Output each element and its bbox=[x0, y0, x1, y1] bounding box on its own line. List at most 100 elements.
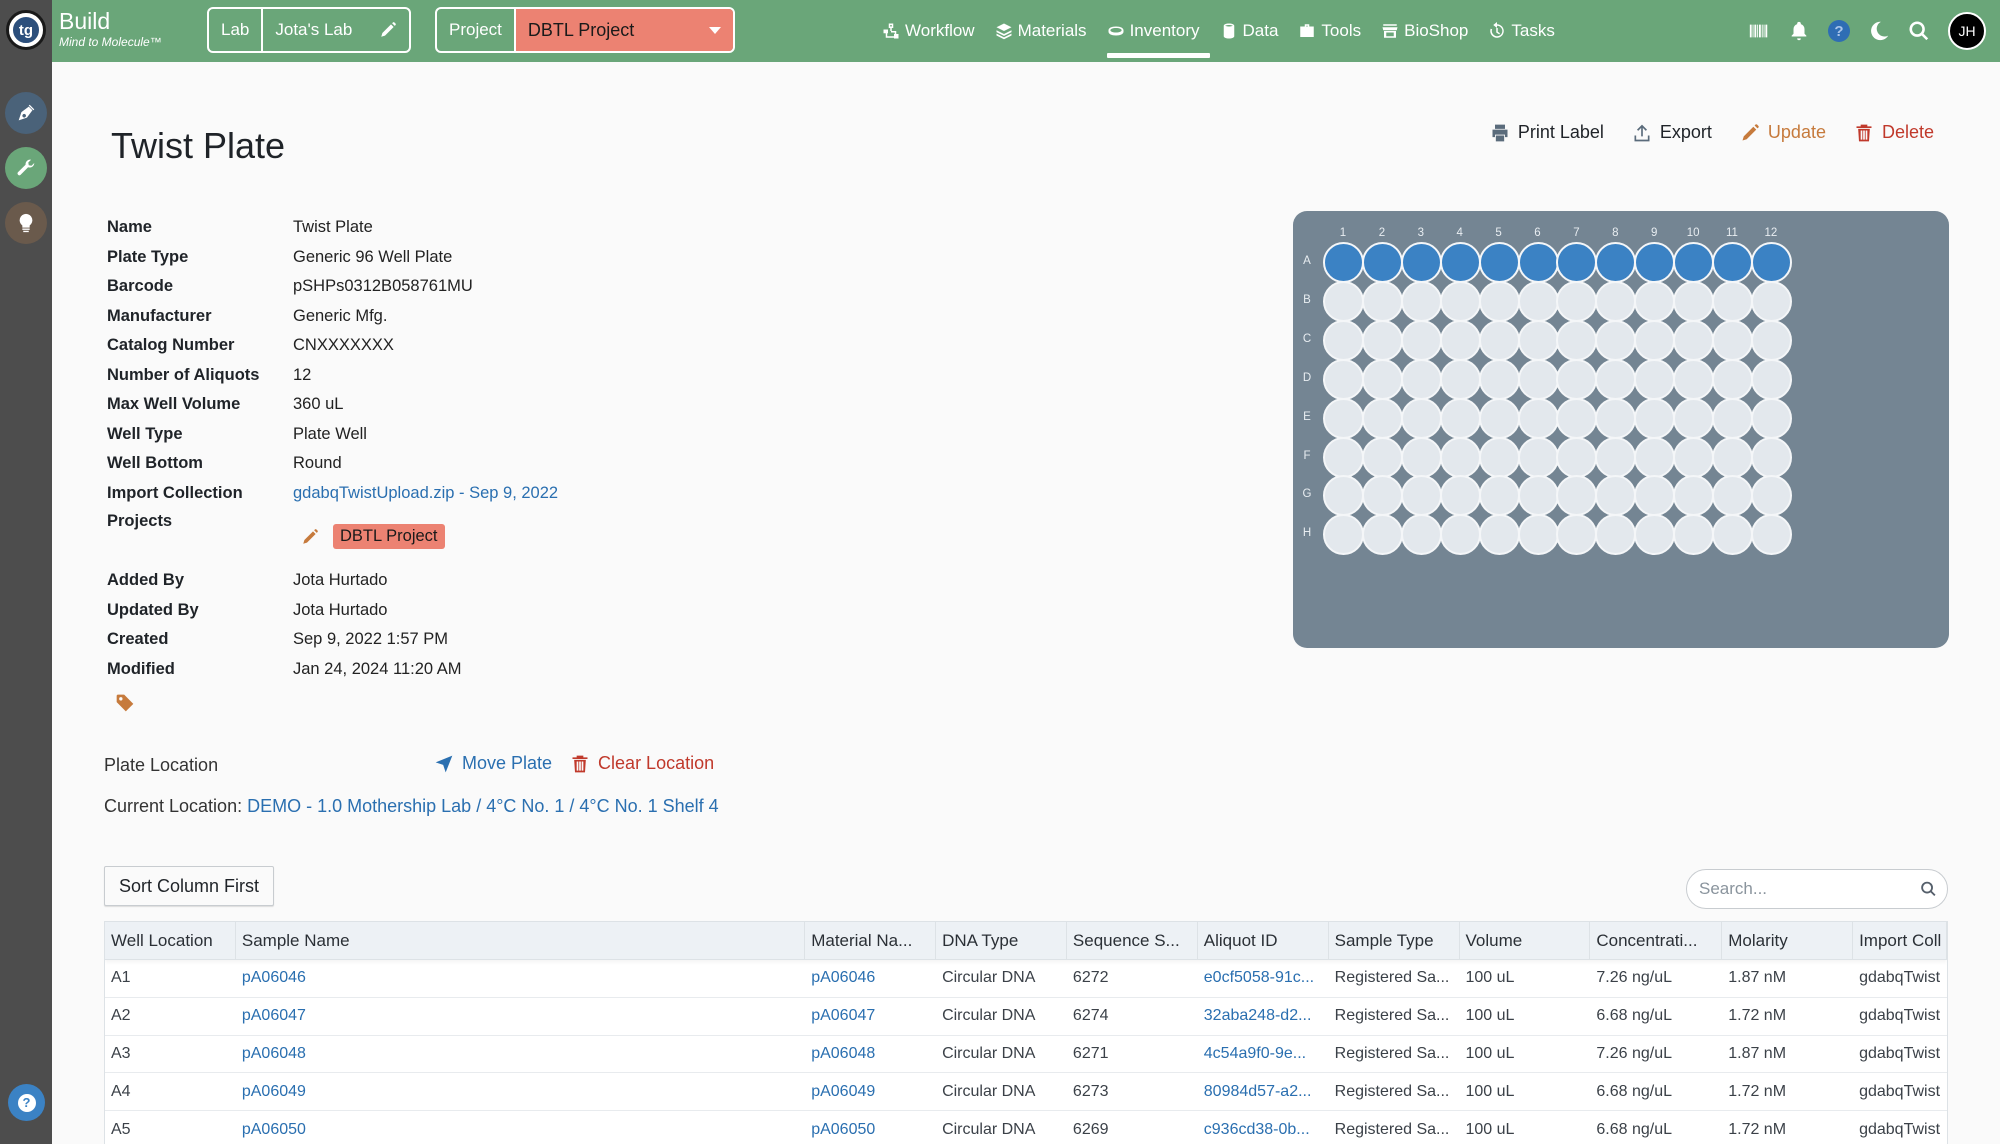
column-header-well-location[interactable]: Well Location bbox=[105, 922, 236, 959]
design-button[interactable] bbox=[5, 92, 47, 134]
barcode-button[interactable] bbox=[1748, 20, 1770, 42]
sort-column-first-button[interactable]: Sort Column First bbox=[104, 866, 274, 906]
cell-sample-name[interactable]: pA06047 bbox=[236, 998, 805, 1035]
table-row[interactable]: A3 pA06048 pA06048 Circular DNA 6271 4c54a9f0… bbox=[105, 1036, 1947, 1074]
well-H4[interactable] bbox=[1439, 514, 1481, 556]
move-plate-button[interactable]: Move Plate bbox=[434, 753, 552, 774]
well-B5[interactable] bbox=[1478, 280, 1520, 322]
cell-sample-name[interactable]: pA06050 bbox=[236, 1111, 805, 1144]
well-B1[interactable] bbox=[1323, 280, 1364, 322]
well-H12[interactable] bbox=[1750, 514, 1792, 556]
nav-workflow[interactable]: Workflow bbox=[872, 0, 985, 62]
table-row[interactable]: A4 pA06049 pA06049 Circular DNA 6273 80984d57… bbox=[105, 1073, 1947, 1112]
well-D8[interactable] bbox=[1595, 358, 1637, 400]
well-D3[interactable] bbox=[1400, 358, 1442, 400]
well-C5[interactable] bbox=[1478, 319, 1520, 361]
well-H10[interactable] bbox=[1673, 514, 1715, 556]
well-E10[interactable] bbox=[1673, 397, 1715, 439]
well-B7[interactable] bbox=[1556, 280, 1598, 322]
well-E5[interactable] bbox=[1478, 397, 1520, 439]
well-F10[interactable] bbox=[1673, 436, 1715, 478]
tools-button[interactable] bbox=[5, 147, 47, 189]
cell-sample-name[interactable]: pA06049 bbox=[236, 1073, 805, 1110]
column-header-concentration[interactable]: Concentrati... bbox=[1590, 922, 1723, 959]
well-H6[interactable] bbox=[1517, 514, 1559, 556]
well-C3[interactable] bbox=[1400, 319, 1442, 361]
column-header-dna-type[interactable]: DNA Type bbox=[936, 922, 1067, 959]
project-dropdown[interactable]: DBTL Project bbox=[515, 9, 733, 51]
well-E9[interactable] bbox=[1634, 397, 1676, 439]
well-G5[interactable] bbox=[1478, 475, 1520, 517]
table-row[interactable]: A1 pA06046 pA06046 Circular DNA 6272 e0cf5058… bbox=[105, 960, 1947, 998]
cell-sample-name[interactable]: pA06046 bbox=[236, 960, 805, 997]
well-E6[interactable] bbox=[1517, 397, 1559, 439]
table-search-input[interactable] bbox=[1699, 879, 1920, 899]
print-label-button[interactable]: Print Label bbox=[1490, 122, 1604, 143]
cell-aliquot-id[interactable]: e0cf5058-91c... bbox=[1198, 960, 1329, 997]
app-logo[interactable]: tg bbox=[6, 10, 46, 50]
well-C7[interactable] bbox=[1556, 319, 1598, 361]
column-header-import-collection[interactable]: Import Coll bbox=[1853, 922, 1947, 959]
column-header-aliquot-id[interactable]: Aliquot ID bbox=[1198, 922, 1329, 959]
well-G12[interactable] bbox=[1750, 475, 1792, 517]
search-icon[interactable] bbox=[1920, 878, 1937, 900]
well-H5[interactable] bbox=[1478, 514, 1520, 556]
well-F8[interactable] bbox=[1595, 436, 1637, 478]
global-search-button[interactable] bbox=[1908, 20, 1930, 42]
import-collection-link[interactable]: gdabqTwistUpload.zip - Sep 9, 2022 bbox=[293, 484, 558, 503]
well-A3[interactable] bbox=[1400, 242, 1442, 283]
table-row[interactable]: A5 pA06050 pA06050 Circular DNA 6269 c936cd38… bbox=[105, 1111, 1947, 1144]
well-D10[interactable] bbox=[1673, 358, 1715, 400]
well-C4[interactable] bbox=[1439, 319, 1481, 361]
well-D1[interactable] bbox=[1323, 358, 1364, 400]
well-E11[interactable] bbox=[1712, 397, 1753, 439]
project-selector[interactable]: Project DBTL Project bbox=[435, 7, 735, 53]
well-D5[interactable] bbox=[1478, 358, 1520, 400]
well-H8[interactable] bbox=[1595, 514, 1637, 556]
ideas-button[interactable] bbox=[5, 202, 47, 244]
well-G10[interactable] bbox=[1673, 475, 1715, 517]
well-E3[interactable] bbox=[1400, 397, 1442, 439]
nav-bioshop[interactable]: BioShop bbox=[1371, 0, 1478, 62]
well-F11[interactable] bbox=[1712, 436, 1753, 478]
column-header-molarity[interactable]: Molarity bbox=[1722, 922, 1854, 959]
well-F1[interactable] bbox=[1323, 436, 1364, 478]
tags-button[interactable] bbox=[115, 693, 135, 713]
help-button[interactable]: ? bbox=[1828, 20, 1850, 42]
cell-aliquot-id[interactable]: 80984d57-a2... bbox=[1198, 1073, 1329, 1110]
well-G7[interactable] bbox=[1556, 475, 1598, 517]
well-B8[interactable] bbox=[1595, 280, 1637, 322]
cell-material-name[interactable]: pA06050 bbox=[805, 1111, 936, 1144]
well-F7[interactable] bbox=[1556, 436, 1598, 478]
well-F3[interactable] bbox=[1400, 436, 1442, 478]
well-A12[interactable] bbox=[1750, 242, 1792, 283]
well-D4[interactable] bbox=[1439, 358, 1481, 400]
well-A5[interactable] bbox=[1478, 242, 1520, 283]
well-D12[interactable] bbox=[1750, 358, 1792, 400]
lab-selector[interactable]: Lab Jota's Lab bbox=[207, 7, 411, 53]
well-C12[interactable] bbox=[1750, 319, 1792, 361]
well-C10[interactable] bbox=[1673, 319, 1715, 361]
well-A8[interactable] bbox=[1595, 242, 1637, 283]
cell-material-name[interactable]: pA06046 bbox=[805, 960, 936, 997]
delete-button[interactable]: Delete bbox=[1854, 122, 1934, 143]
well-B2[interactable] bbox=[1361, 280, 1403, 322]
well-C8[interactable] bbox=[1595, 319, 1637, 361]
cell-aliquot-id[interactable]: 32aba248-d2... bbox=[1198, 998, 1329, 1035]
well-H11[interactable] bbox=[1712, 514, 1753, 556]
well-G1[interactable] bbox=[1323, 475, 1364, 517]
well-C2[interactable] bbox=[1361, 319, 1403, 361]
well-B4[interactable] bbox=[1439, 280, 1481, 322]
well-C1[interactable] bbox=[1323, 319, 1364, 361]
dark-mode-toggle[interactable] bbox=[1868, 20, 1890, 42]
well-E4[interactable] bbox=[1439, 397, 1481, 439]
well-B12[interactable] bbox=[1750, 280, 1792, 322]
column-header-material-name[interactable]: Material Na... bbox=[805, 922, 937, 959]
well-G2[interactable] bbox=[1361, 475, 1403, 517]
well-A2[interactable] bbox=[1361, 242, 1403, 283]
well-A11[interactable] bbox=[1712, 242, 1753, 283]
column-header-volume[interactable]: Volume bbox=[1460, 922, 1591, 959]
help-float-button[interactable]: ? bbox=[8, 1084, 45, 1121]
well-H9[interactable] bbox=[1634, 514, 1676, 556]
column-header-sequence-size[interactable]: Sequence S... bbox=[1067, 922, 1198, 959]
